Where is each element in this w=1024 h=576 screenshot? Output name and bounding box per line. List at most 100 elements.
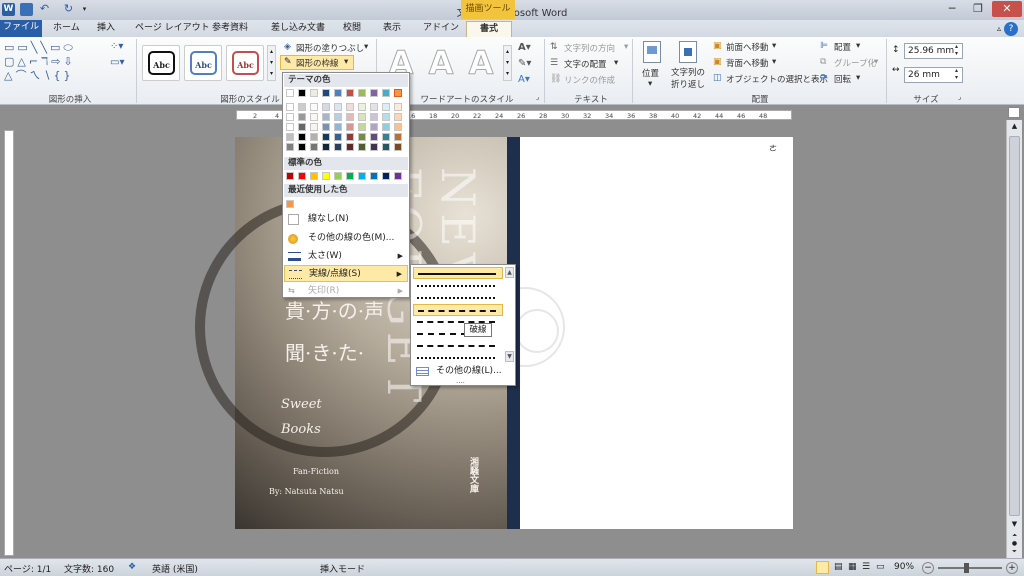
theme-color-swatch[interactable] <box>370 103 378 111</box>
align-dropdown-icon[interactable]: ▾ <box>856 41 860 51</box>
theme-color-swatch[interactable] <box>370 133 378 141</box>
theme-color-swatch[interactable] <box>298 113 306 121</box>
menu-item-more-lines[interactable]: その他の線(L)... <box>412 363 514 380</box>
theme-color-swatch[interactable] <box>346 123 354 131</box>
menu-item-no-line[interactable]: 線なし(N) <box>284 211 408 228</box>
submenu-resize-handle[interactable]: ···· <box>456 379 465 387</box>
rotate-button[interactable]: 回転 <box>834 73 851 85</box>
text-direction-button[interactable]: 文字列の方向 <box>564 42 615 54</box>
text-align-dropdown-icon[interactable]: ▾ <box>614 58 618 68</box>
line-style-long-dash-dot[interactable] <box>413 340 503 352</box>
shape-fill-button[interactable]: 図形の塗りつぶし <box>296 42 364 54</box>
theme-color-swatch[interactable] <box>334 123 342 131</box>
selection-pane-button[interactable]: オブジェクトの選択と表示 <box>726 73 828 85</box>
vertical-scrollbar[interactable]: ▲ ▼ ⏶ ● ⏷ <box>1006 120 1022 558</box>
recent-color-swatch[interactable] <box>286 200 294 208</box>
theme-color-swatch[interactable] <box>346 133 354 141</box>
standard-color-swatch[interactable] <box>394 172 402 180</box>
theme-color-swatch[interactable] <box>358 133 366 141</box>
theme-color-swatch[interactable] <box>310 89 318 97</box>
zoom-slider-thumb[interactable] <box>964 563 969 573</box>
theme-color-swatch[interactable] <box>370 123 378 131</box>
theme-color-swatch[interactable] <box>298 103 306 111</box>
standard-color-swatch[interactable] <box>382 172 390 180</box>
draft-view-icon[interactable]: ▭ <box>876 562 885 572</box>
group-dropdown-icon[interactable]: ▾ <box>874 57 878 67</box>
shape-fill-dropdown-icon[interactable]: ▾ <box>364 42 368 52</box>
theme-color-swatch[interactable] <box>298 133 306 141</box>
standard-color-swatch[interactable] <box>322 172 330 180</box>
size-dialog-launcher-icon[interactable]: ⌟ <box>958 93 961 101</box>
theme-color-swatch[interactable] <box>346 143 354 151</box>
theme-color-swatch[interactable] <box>358 143 366 151</box>
theme-color-swatch[interactable] <box>358 89 366 97</box>
shape-outline-button[interactable]: 図形の枠線 <box>296 57 339 69</box>
line-style-square-dot[interactable] <box>413 292 503 304</box>
theme-color-swatch[interactable] <box>346 113 354 121</box>
position-button[interactable]: 位置 <box>642 67 659 79</box>
theme-color-swatch[interactable] <box>334 113 342 121</box>
height-spinner-icon[interactable]: ▴ ▾ <box>955 43 958 57</box>
theme-color-swatch[interactable] <box>394 103 402 111</box>
theme-color-swatch[interactable] <box>298 89 306 97</box>
group-button[interactable]: グループ化 <box>834 57 876 69</box>
standard-color-swatch[interactable] <box>346 172 354 180</box>
scroll-thumb[interactable] <box>1009 136 1020 516</box>
theme-color-swatch[interactable] <box>286 143 294 151</box>
theme-color-swatch[interactable] <box>346 103 354 111</box>
theme-color-swatch[interactable] <box>382 133 390 141</box>
theme-color-swatch[interactable] <box>382 113 390 121</box>
tab-home[interactable]: ホーム <box>46 21 87 37</box>
bring-forward-dropdown-icon[interactable]: ▾ <box>772 41 776 51</box>
proofing-icon[interactable]: ❖ <box>128 562 136 572</box>
textbox-icon[interactable]: ▭▾ <box>110 57 128 69</box>
theme-color-swatch[interactable] <box>286 123 294 131</box>
word-count[interactable]: 文字数: 160 <box>64 562 114 575</box>
theme-color-swatch[interactable] <box>394 113 402 121</box>
submenu-scroll-down-icon[interactable]: ▼ <box>505 351 514 362</box>
shape-outline-dropdown-icon[interactable]: ▾ <box>344 57 348 67</box>
dialog-launcher-icon[interactable]: ⌟ <box>536 93 539 101</box>
full-screen-view-icon[interactable]: ▤ <box>834 562 843 572</box>
outline-view-icon[interactable]: ☰ <box>862 562 870 572</box>
line-style-solid[interactable] <box>413 267 503 279</box>
menu-item-arrows[interactable]: ⇆ 矢印(R) ▶ <box>284 283 408 300</box>
align-button[interactable]: 配置 <box>834 41 851 53</box>
tab-view[interactable]: 表示 <box>376 21 408 37</box>
create-link-button[interactable]: リンクの作成 <box>564 74 615 86</box>
theme-color-swatch[interactable] <box>322 133 330 141</box>
print-layout-view-icon[interactable] <box>816 561 829 574</box>
theme-color-swatch[interactable] <box>298 123 306 131</box>
browse-object-icon[interactable]: ● <box>1009 540 1020 548</box>
shape-style-black[interactable]: Abc <box>142 45 180 81</box>
bring-forward-button[interactable]: 前面へ移動 <box>726 41 769 53</box>
width-spinner-icon[interactable]: ▴ ▾ <box>955 67 958 81</box>
restore-icon[interactable]: ❐ <box>966 1 990 17</box>
theme-color-swatch[interactable] <box>310 143 318 151</box>
shapes-gallery[interactable]: ▭▭╲╲▭⬭ ▢△⌐ℸ⇨⇩ △⌒ㄟ∖{} <box>4 41 102 85</box>
minimize-icon[interactable]: ─ <box>940 1 964 17</box>
tab-addins[interactable]: アドイン <box>416 21 466 37</box>
theme-color-swatch[interactable] <box>310 123 318 131</box>
theme-color-swatch[interactable] <box>322 103 330 111</box>
send-backward-dropdown-icon[interactable]: ▾ <box>772 57 776 67</box>
text-outline-icon[interactable]: ✎▾ <box>518 58 531 69</box>
wrap-text-button[interactable]: 文字列の折り返し <box>671 67 709 91</box>
menu-item-weight[interactable]: 太さ(W) ▶ <box>284 248 408 265</box>
position-dropdown-icon[interactable]: ▾ <box>648 79 652 89</box>
wordart-more-icon[interactable]: ▴ ▾ ▾ <box>503 45 512 81</box>
tab-review[interactable]: 校閲 <box>336 21 368 37</box>
tab-references[interactable]: 参考資料 <box>205 21 255 37</box>
wordart-style-3[interactable]: A <box>462 45 500 82</box>
theme-color-swatch[interactable] <box>382 143 390 151</box>
theme-color-swatch[interactable] <box>334 143 342 151</box>
theme-color-swatch[interactable] <box>358 113 366 121</box>
theme-color-swatch[interactable] <box>334 103 342 111</box>
menu-item-dashes[interactable]: 実線/点線(S) ▶ <box>284 265 408 282</box>
zoom-out-icon[interactable]: − <box>922 562 934 574</box>
theme-color-swatch[interactable] <box>346 89 354 97</box>
theme-color-swatch[interactable] <box>286 113 294 121</box>
text-fill-icon[interactable]: A▾ <box>518 42 531 53</box>
theme-color-swatch[interactable] <box>322 143 330 151</box>
wordart-style-2[interactable]: A <box>422 45 460 82</box>
